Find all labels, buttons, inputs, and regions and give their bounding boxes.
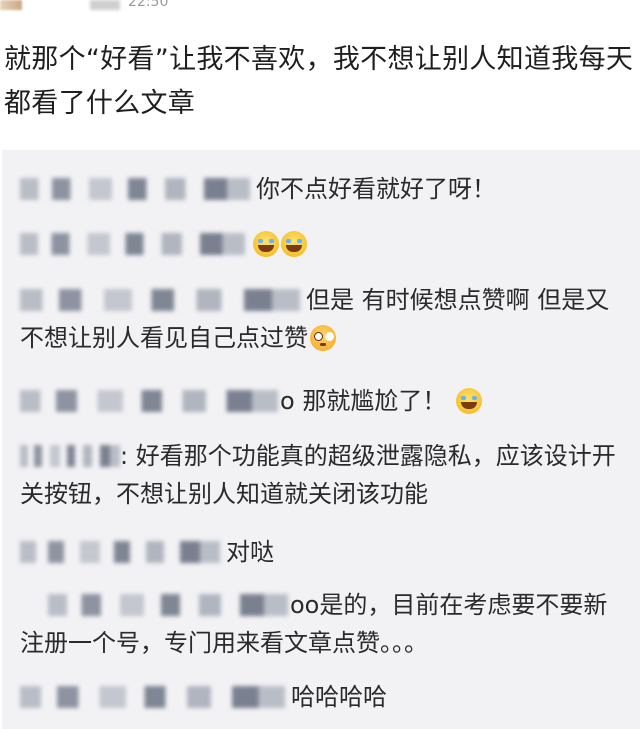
- comment-text: 那就尴尬了！: [302, 387, 447, 415]
- comment-text: 哈哈哈哈: [291, 683, 387, 711]
- commenter-name-suffix: o: [280, 387, 295, 415]
- laughing-crying-emoji: [281, 231, 307, 257]
- blurred-commenter-name[interactable]: [48, 594, 288, 616]
- status-bar: 22:50: [0, 0, 640, 18]
- laughing-crying-emoji: [253, 231, 279, 257]
- blurred-commenter-name[interactable]: [20, 390, 278, 412]
- blurred-commenter-name[interactable]: [20, 178, 250, 200]
- blurred-commenter-name[interactable]: [20, 445, 120, 467]
- comment-text: 对哒: [226, 538, 274, 566]
- post-time: 22:50: [128, 0, 169, 10]
- blurred-commenter-name[interactable]: [20, 686, 285, 708]
- laughing-crying-emoji: [456, 388, 483, 414]
- comment-item: 但是 有时候想点赞啊 但是又不想让别人看见自己点过赞: [20, 281, 625, 357]
- comment-text: 你不点好看就好了呀！: [256, 175, 496, 203]
- blurred-commenter-name[interactable]: [20, 541, 220, 563]
- comment-item: o 那就尴尬了！: [20, 382, 625, 420]
- blurred-avatar: [0, 0, 22, 10]
- commenter-name-suffix: oo: [290, 591, 320, 619]
- blurred-commenter-name[interactable]: [20, 289, 300, 311]
- comment-item: 哈哈哈哈: [20, 678, 625, 716]
- comment-item: : 好看那个功能真的超级泄露隐私，应该设计开关按钮，不想让别人知道就关闭该功能: [20, 437, 625, 513]
- comment-item: oo是的，目前在考虑要不要新注册一个号，专门用来看文章点赞。。。: [20, 586, 625, 662]
- comment-item: [20, 225, 625, 263]
- comment-panel: 你不点好看就好了呀！ 但是 有时候想点赞啊 但是又不想让别人看见自己点过赞 o …: [2, 150, 640, 729]
- blurred-username: [90, 0, 120, 10]
- flushed-emoji: [310, 325, 336, 351]
- comment-item: 你不点好看就好了呀！: [20, 170, 625, 208]
- blurred-commenter-name[interactable]: [20, 233, 245, 255]
- comment-item: 对哒: [20, 533, 625, 571]
- post-text: 就那个“好看”让我不喜欢，我不想让别人知道我每天都看了什么文章: [4, 44, 634, 119]
